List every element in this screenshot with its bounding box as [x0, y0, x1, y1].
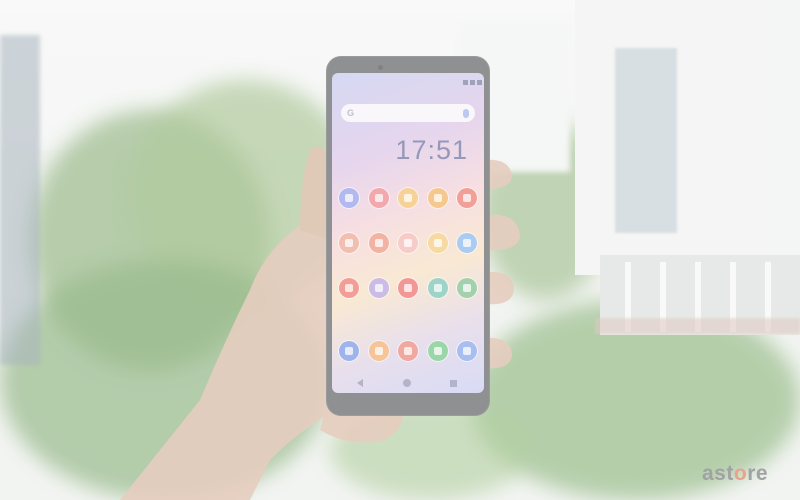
back-icon[interactable]: [357, 379, 363, 387]
gallery-icon[interactable]: [339, 233, 359, 253]
app-row: [339, 278, 477, 298]
watermark-text: ast: [702, 462, 734, 485]
youtube-icon[interactable]: [398, 278, 418, 298]
status-bar: [427, 77, 482, 87]
watermark-accent: o: [733, 462, 748, 485]
weather-icon[interactable]: [427, 233, 448, 253]
photos-icon[interactable]: [368, 233, 389, 253]
google-search-bar[interactable]: G: [341, 104, 475, 122]
google-g-icon: G: [347, 108, 355, 118]
clock-icon[interactable]: [339, 278, 359, 298]
home-icon[interactable]: [402, 379, 411, 387]
calendar-icon[interactable]: [398, 233, 418, 253]
whatsapp-icon[interactable]: [427, 341, 448, 361]
phone-icon[interactable]: [339, 341, 359, 361]
app-row: [339, 188, 477, 208]
clock-time: 17:51: [395, 135, 468, 165]
watermark-logo: astore: [702, 462, 768, 486]
dock: [339, 341, 477, 361]
phone-screen: G 17:51: [332, 73, 484, 393]
wifi-icon: [470, 79, 475, 85]
camera-icon[interactable]: [457, 341, 477, 361]
chrome-icon[interactable]: [398, 341, 418, 361]
maps-icon[interactable]: [457, 278, 477, 298]
music-icon[interactable]: [368, 341, 389, 361]
front-camera: [378, 65, 383, 70]
signal-icon: [463, 79, 468, 85]
photos-icon[interactable]: [398, 188, 418, 208]
app-row: [339, 233, 477, 253]
play-store-icon[interactable]: [427, 278, 448, 298]
gmail-icon[interactable]: [368, 188, 389, 208]
telegram-icon[interactable]: [457, 233, 477, 253]
watermark-text: re: [747, 462, 769, 485]
battery-icon: [477, 79, 482, 85]
settings-icon[interactable]: [427, 188, 448, 208]
calendar-icon[interactable]: [368, 278, 389, 298]
chrome-icon[interactable]: [457, 188, 477, 208]
navigation-bar: [357, 379, 457, 387]
recents-icon[interactable]: [450, 379, 457, 387]
camera-app-icon[interactable]: [339, 188, 359, 208]
microphone-icon[interactable]: [463, 108, 469, 118]
